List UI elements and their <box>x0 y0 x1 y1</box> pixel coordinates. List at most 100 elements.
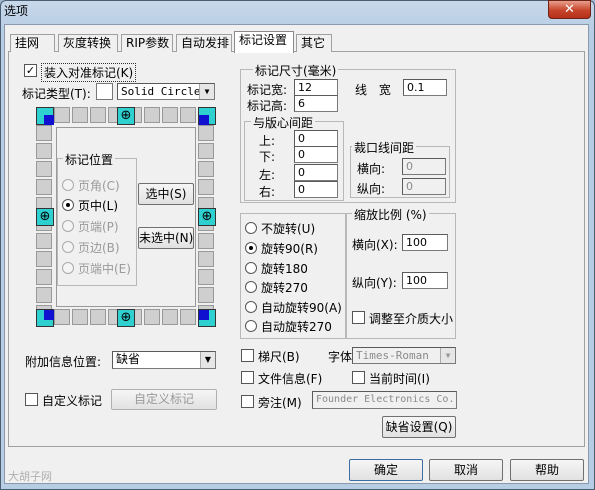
corner-mark-bl <box>36 309 54 327</box>
bottom-distance-input[interactable]: 0 <box>294 146 338 163</box>
position-group-title: 标记位置 <box>63 151 116 168</box>
ruler-label: 梯尺(B) <box>258 350 300 364</box>
radio-edge[interactable] <box>62 241 74 253</box>
ok-button[interactable]: 确定 <box>349 459 423 481</box>
font-select[interactable]: Times-Roman ▼ <box>352 347 456 364</box>
custom-mark-button[interactable]: 自定义标记 <box>111 389 217 410</box>
help-button[interactable]: 帮助 <box>510 459 584 481</box>
radio-end-middle-label: 页端中(E) <box>78 262 131 276</box>
mark-width-input[interactable]: 12 <box>294 79 338 96</box>
ruler-checkbox[interactable] <box>241 349 254 362</box>
top-distance-input[interactable]: 0 <box>294 130 338 147</box>
radio-end-label: 页端(P) <box>78 220 119 234</box>
tab-gray-convert[interactable]: 灰度转换 <box>58 34 118 52</box>
scale-h-label: 横向(X): <box>352 238 398 252</box>
rotate-180-label: 旋转180 <box>261 262 308 276</box>
fit-media-checkbox[interactable] <box>352 311 365 324</box>
extra-info-select[interactable]: 缺省 ▼ <box>112 351 216 369</box>
right-distance-input[interactable]: 0 <box>294 181 338 198</box>
custom-mark-label: 自定义标记 <box>42 394 103 408</box>
tab-halftone[interactable]: 挂网 <box>10 34 55 52</box>
font-label: 字体 <box>328 350 353 364</box>
current-time-label: 当前时间(I) <box>369 372 430 386</box>
corner-mark-tl <box>36 107 54 125</box>
registration-mark-top-icon: ⊕ <box>117 107 135 125</box>
chevron-down-icon[interactable]: ▼ <box>440 348 455 363</box>
corner-mark-br <box>198 309 216 327</box>
side-note-label: 旁注(M) <box>258 396 302 410</box>
rotate-180-radio[interactable] <box>245 262 257 274</box>
custom-mark-checkbox[interactable] <box>25 393 38 406</box>
mark-size-group-title: 标记尺寸(毫米) <box>253 62 339 79</box>
chevron-down-icon[interactable]: ▼ <box>200 352 215 368</box>
radio-middle-label: 页中(L) <box>78 199 119 213</box>
radio-middle[interactable] <box>62 199 74 211</box>
auto-rotate-90-radio[interactable] <box>245 301 257 313</box>
tab-other[interactable]: 其它 <box>296 34 332 52</box>
mark-type-select[interactable]: Solid Circle ▼ <box>117 83 215 100</box>
fit-media-label: 调整至介质大小 <box>369 312 454 326</box>
current-time-checkbox[interactable] <box>352 371 365 384</box>
mark-type-value: Solid Circle <box>121 85 201 98</box>
auto-rotate-90-label: 自动旋转90(A) <box>261 301 342 315</box>
file-info-label: 文件信息(F) <box>258 372 323 386</box>
chevron-down-icon[interactable]: ▼ <box>199 84 214 99</box>
line-width-input[interactable]: 0.1 <box>403 79 447 96</box>
radio-edge-label: 页边(B) <box>78 241 120 255</box>
side-note-checkbox[interactable] <box>241 395 254 408</box>
select-button[interactable]: 选中(S) <box>138 183 194 205</box>
rotate-270-label: 旋转270 <box>261 281 308 295</box>
window-title: 选项 <box>4 4 29 18</box>
radio-corner-label: 页角(C) <box>78 179 120 193</box>
center-distance-title: 与版心间距 <box>251 114 316 131</box>
rotate-none-label: 不旋转(U) <box>261 222 316 236</box>
line-width-label: 线 宽 <box>355 83 391 97</box>
crop-v-input[interactable]: 0 <box>402 178 446 195</box>
mark-width-label: 标记宽: <box>247 83 288 97</box>
scale-h-input[interactable]: 100 <box>402 234 448 251</box>
load-marks-label: 装入对准标记(K) <box>41 63 137 82</box>
radio-end[interactable] <box>62 220 74 232</box>
mark-height-input[interactable]: 6 <box>294 95 338 112</box>
rotate-none-radio[interactable] <box>245 222 257 234</box>
watermark-text: 大胡子网 <box>8 470 52 483</box>
default-settings-button[interactable]: 缺省设置(Q) <box>382 416 456 438</box>
left-distance-input[interactable]: 0 <box>294 164 338 181</box>
tab-mark-settings[interactable]: 标记设置 <box>234 31 294 53</box>
top-distance-label: 上: <box>259 134 276 148</box>
rotate-90-label: 旋转90(R) <box>261 242 318 256</box>
close-button[interactable]: ✕ <box>548 0 591 19</box>
crop-h-label: 横向: <box>357 162 386 176</box>
side-note-input[interactable]: Founder Electronics Co., <box>312 391 457 409</box>
font-value: Times-Roman <box>356 349 429 362</box>
mark-type-label: 标记类型(T): <box>22 87 91 101</box>
unselect-button[interactable]: 未选中(N) <box>138 227 194 249</box>
crop-distance-title: 裁口线间距 <box>352 139 417 156</box>
cancel-button[interactable]: 取消 <box>429 459 503 481</box>
scale-v-input[interactable]: 100 <box>402 272 448 289</box>
corner-mark-tr <box>198 107 216 125</box>
bottom-distance-label: 下: <box>259 150 276 164</box>
registration-mark-left-icon: ⊕ <box>36 208 54 226</box>
scale-group-title: 缩放比例 (%) <box>352 206 429 223</box>
left-distance-label: 左: <box>259 168 276 182</box>
rotate-90-radio[interactable] <box>245 242 257 254</box>
auto-rotate-270-radio[interactable] <box>245 320 257 332</box>
crop-v-label: 纵向: <box>357 182 386 196</box>
file-info-checkbox[interactable] <box>241 371 254 384</box>
registration-mark-right-icon: ⊕ <box>198 208 216 226</box>
radio-corner[interactable] <box>62 179 74 191</box>
mark-height-label: 标记高: <box>247 99 288 113</box>
scale-v-label: 纵向(Y): <box>352 276 397 290</box>
right-distance-label: 右: <box>259 185 276 199</box>
rotate-270-radio[interactable] <box>245 281 257 293</box>
mark-type-swatch[interactable] <box>96 83 113 100</box>
load-marks-checkbox[interactable]: ✓ <box>24 64 37 77</box>
registration-mark-bottom-icon: ⊕ <box>117 309 135 327</box>
extra-info-value: 缺省 <box>116 352 141 366</box>
radio-end-middle[interactable] <box>62 262 74 274</box>
extra-info-label: 附加信息位置: <box>25 355 102 369</box>
tab-rip-params[interactable]: RIP参数 <box>121 34 173 52</box>
crop-h-input[interactable]: 0 <box>402 158 446 175</box>
tab-auto-output[interactable]: 自动发排 <box>176 34 232 52</box>
